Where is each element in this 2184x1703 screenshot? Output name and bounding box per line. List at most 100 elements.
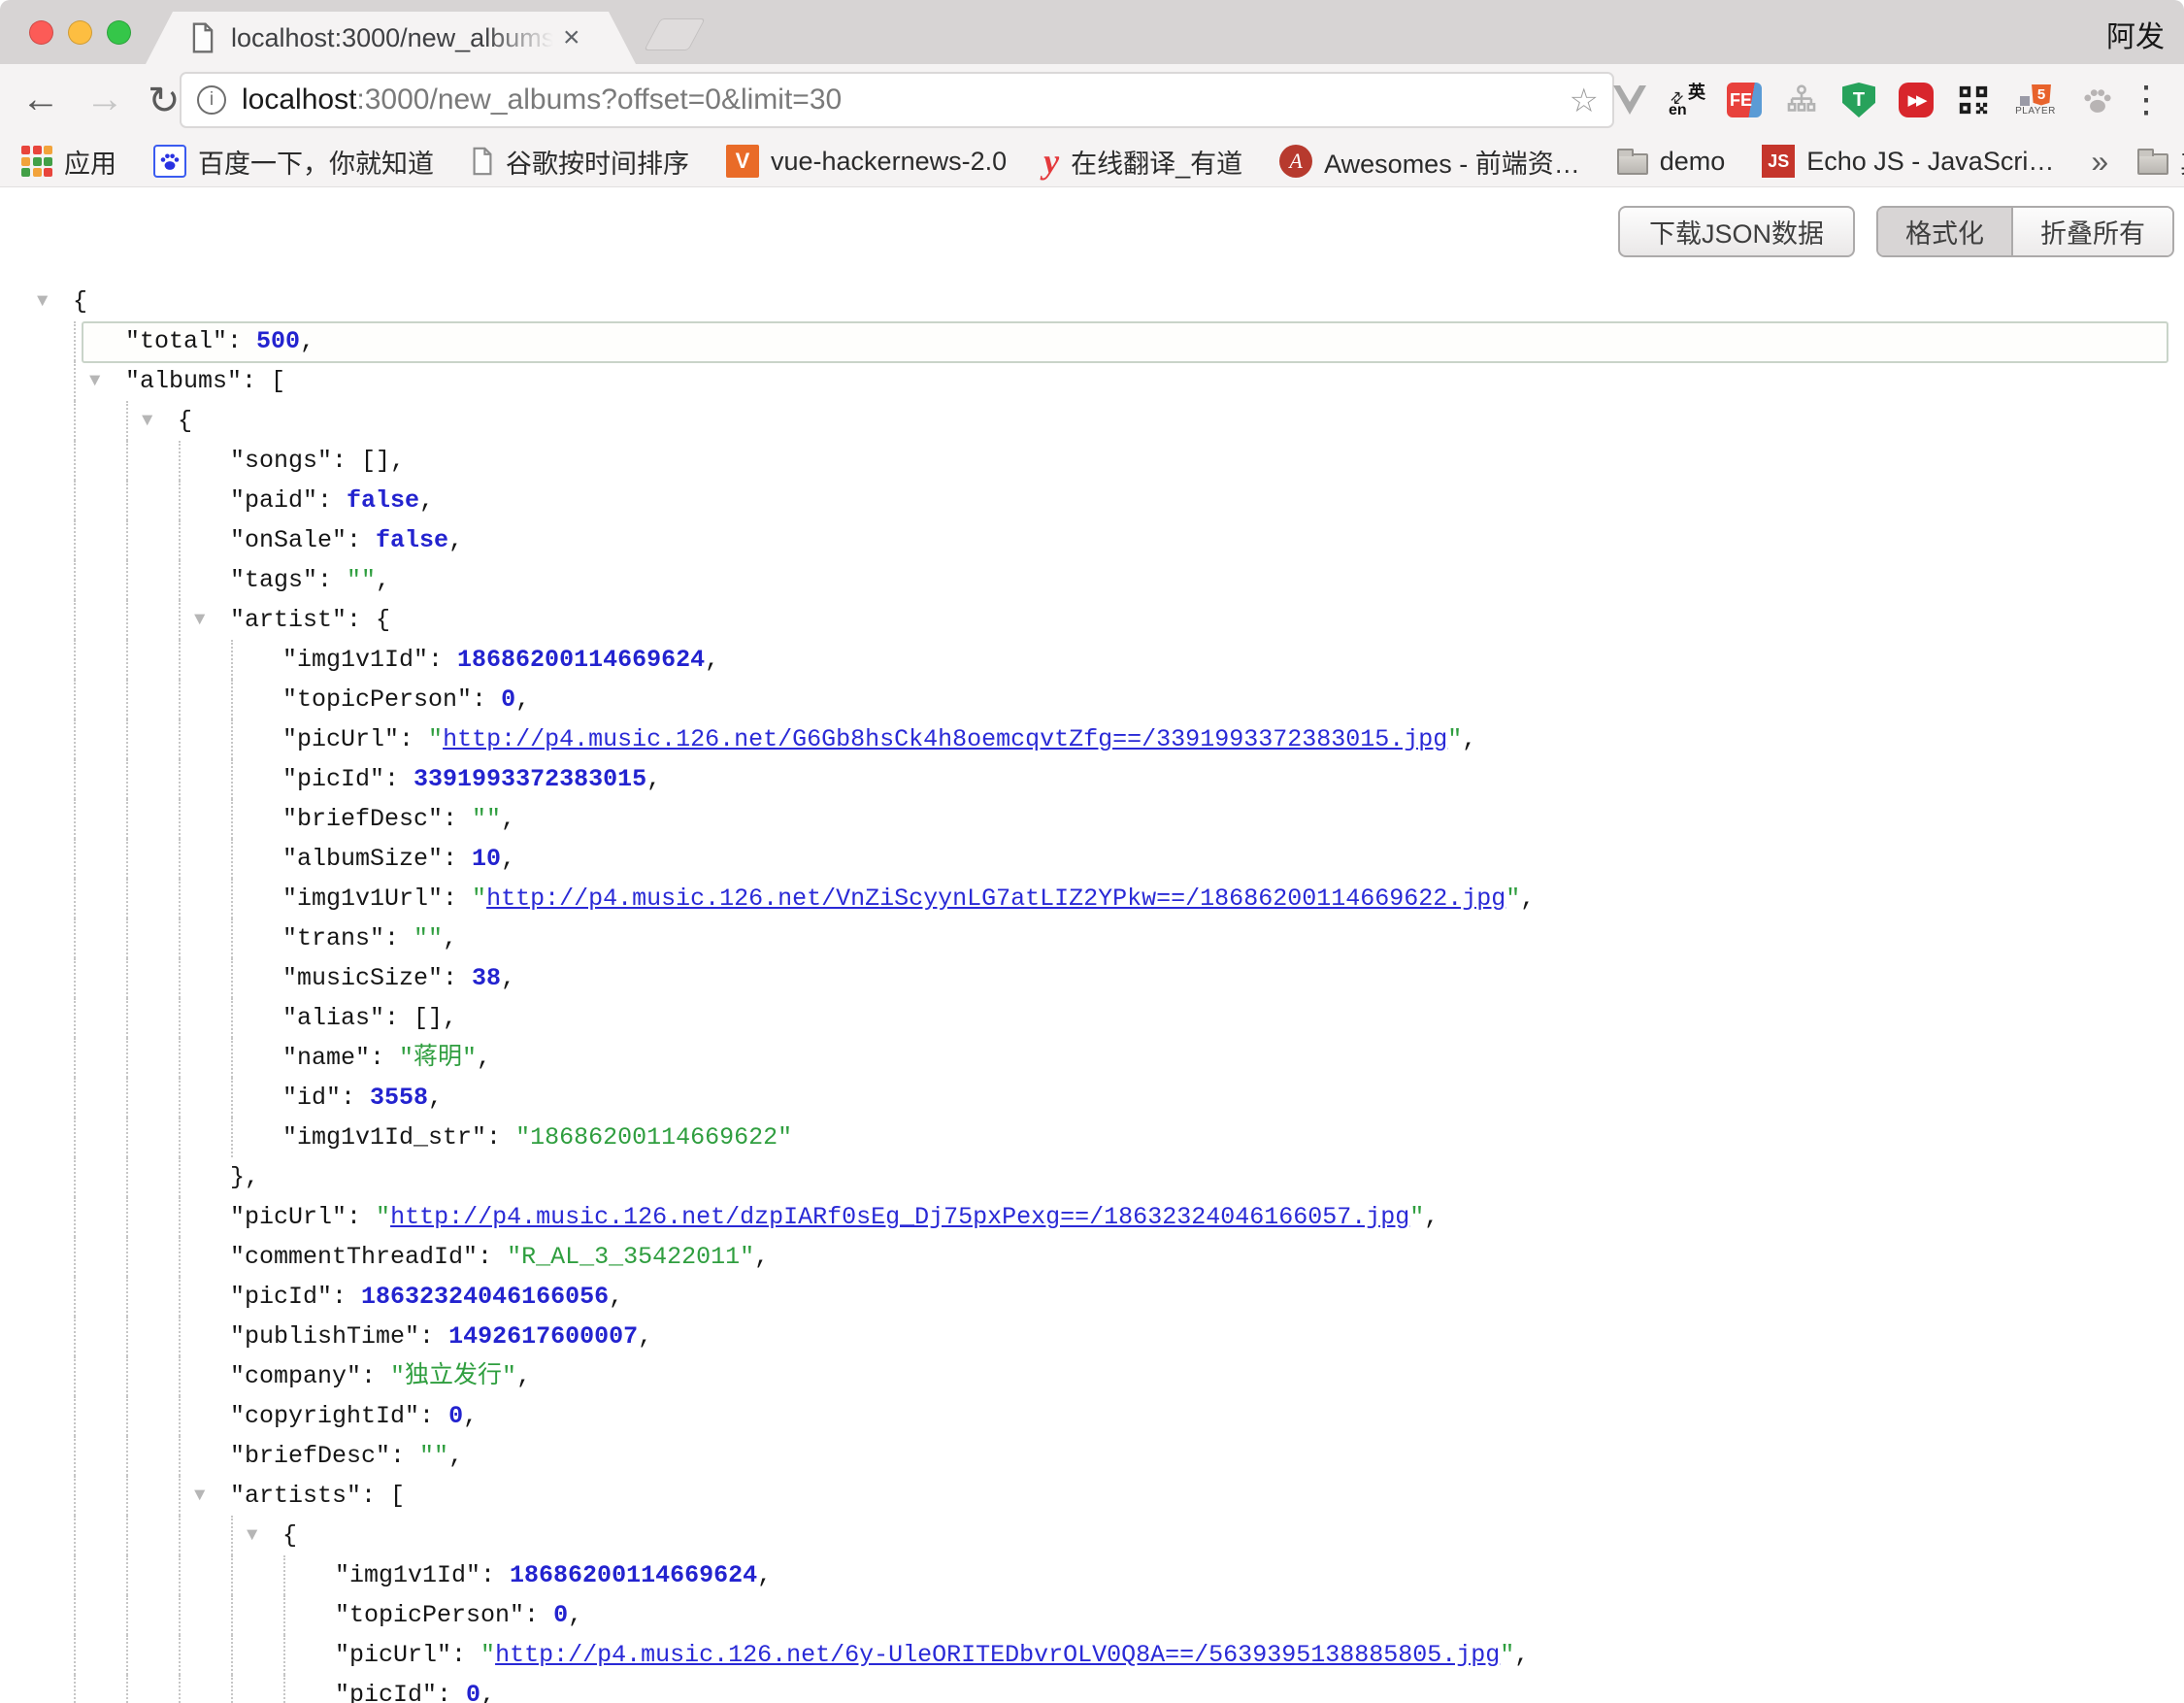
- bookmarks-overflow-icon[interactable]: »: [2091, 144, 2108, 180]
- json-line: "briefDesc": "",: [0, 799, 2184, 839]
- download-json-button[interactable]: 下载JSON数据: [1618, 206, 1855, 257]
- browser-window: localhost:3000/new_albums?o × 阿发 ← → ↻ i…: [0, 0, 2184, 1703]
- bookmark-item-google-sort[interactable]: 谷歌按时间排序: [471, 143, 689, 181]
- json-controls: 下载JSON数据 格式化 折叠所有: [1618, 206, 2174, 257]
- html5-player-icon[interactable]: 5 PLAYER: [2012, 81, 2059, 119]
- json-token: "artists": [230, 1482, 361, 1510]
- back-icon[interactable]: ←: [21, 76, 60, 122]
- json-token: {: [282, 1521, 297, 1550]
- fe-extension-icon[interactable]: FE: [1726, 81, 1763, 119]
- sitemap-icon[interactable]: [1783, 81, 1820, 119]
- video-speed-icon[interactable]: ▶▶: [1898, 81, 1935, 119]
- forward-icon: →: [85, 76, 124, 122]
- zoom-window-button[interactable]: [107, 20, 131, 45]
- json-token: 18686200114669624: [510, 1561, 757, 1589]
- indent-guide: [126, 1317, 128, 1356]
- collapse-all-button[interactable]: 折叠所有: [2011, 208, 2172, 255]
- bookmark-item-baidu[interactable]: 百度一下，你就知道: [153, 143, 434, 181]
- minimize-window-button[interactable]: [68, 20, 92, 45]
- bookmark-item-demo[interactable]: demo: [1617, 147, 1726, 177]
- indent-guide: [231, 1635, 233, 1675]
- collapse-arrow-icon[interactable]: ▼: [89, 361, 100, 401]
- qrcode-icon[interactable]: [1955, 81, 1992, 119]
- bookmark-item-awesomes[interactable]: A Awesomes - 前端资…: [1279, 143, 1580, 181]
- indent-guide: [126, 1675, 128, 1703]
- reload-icon[interactable]: ↻: [148, 78, 181, 124]
- translate-icon[interactable]: 英 ⇄ en: [1669, 81, 1705, 119]
- json-token: ": [480, 1641, 495, 1669]
- indent-guide: [126, 719, 128, 759]
- json-token: ,: [480, 1681, 495, 1703]
- indent-guide: [126, 1237, 128, 1277]
- tampermonkey-shield-icon[interactable]: T: [1840, 81, 1877, 119]
- json-token: "company": [230, 1362, 361, 1390]
- json-line: ▼"albums": [: [0, 361, 2184, 401]
- indent-guide: [231, 918, 233, 958]
- page-info-icon[interactable]: i: [197, 85, 226, 115]
- youdao-icon: y: [1043, 144, 1059, 179]
- collapse-arrow-icon[interactable]: ▼: [194, 600, 205, 640]
- indent-guide: [179, 839, 181, 879]
- bookmark-item-apps[interactable]: 应用: [21, 143, 116, 181]
- json-token: :: [443, 805, 472, 833]
- profile-name[interactable]: 阿发: [2106, 13, 2165, 55]
- json-token: :: [419, 1402, 448, 1430]
- json-token: "picUrl": [282, 725, 399, 753]
- address-bar[interactable]: i localhost:3000/new_albums?offset=0&lim…: [180, 72, 1614, 128]
- indent-guide: [74, 441, 76, 481]
- indent-guide: [283, 1555, 285, 1595]
- json-line: "picId": 0,: [0, 1675, 2184, 1703]
- close-window-button[interactable]: [29, 20, 53, 45]
- json-token: {: [178, 407, 192, 435]
- json-token: ": [376, 1203, 390, 1231]
- bookmark-item-vue-hackernews[interactable]: V vue-hackernews-2.0: [726, 145, 1007, 178]
- json-line: ▼{: [0, 1516, 2184, 1555]
- collapse-arrow-icon[interactable]: ▼: [37, 282, 48, 321]
- bookmark-item-echojs[interactable]: JS Echo JS - JavaScri…: [1762, 145, 2054, 178]
- indent-guide: [179, 759, 181, 799]
- collapse-arrow-icon[interactable]: ▼: [194, 1476, 205, 1516]
- json-token: 3558: [370, 1084, 428, 1112]
- indent-guide: [74, 839, 76, 879]
- indent-guide: [179, 998, 181, 1038]
- other-bookmarks[interactable]: 其他书签: [2137, 143, 2184, 181]
- indent-guide: [231, 719, 233, 759]
- indent-guide: [231, 1595, 233, 1635]
- indent-guide: [126, 839, 128, 879]
- bookmark-star-icon[interactable]: ☆: [1570, 82, 1599, 120]
- paw-icon[interactable]: [2079, 81, 2116, 119]
- new-tab-button[interactable]: [644, 18, 706, 50]
- json-token: "trans": [282, 924, 384, 952]
- json-token: :: [390, 1442, 419, 1470]
- vue-devtools-icon[interactable]: [1611, 81, 1648, 119]
- json-url-link[interactable]: http://p4.music.126.net/VnZiScyynLG7atLI…: [486, 885, 1506, 913]
- tab-close-icon[interactable]: ×: [563, 23, 580, 52]
- json-url-link[interactable]: http://p4.music.126.net/6y-UleORITEDbvrO…: [495, 1641, 1500, 1669]
- collapse-arrow-icon[interactable]: ▼: [142, 401, 152, 441]
- json-url-link[interactable]: http://p4.music.126.net/G6Gb8hsCk4h8oemc…: [443, 725, 1447, 753]
- json-line: "picId": 18632324046166056,: [0, 1277, 2184, 1317]
- json-line: "trans": "",: [0, 918, 2184, 958]
- json-token: :: [361, 1362, 390, 1390]
- indent-guide: [74, 1038, 76, 1078]
- json-token: ,: [428, 1084, 443, 1112]
- folder-icon: [1617, 153, 1648, 175]
- indent-guide: [179, 719, 181, 759]
- json-token: 3391993372383015: [414, 765, 646, 793]
- json-token: "18686200114669622": [515, 1123, 792, 1152]
- format-button[interactable]: 格式化: [1878, 208, 2011, 255]
- indent-guide: [231, 958, 233, 998]
- indent-guide: [74, 1118, 76, 1157]
- json-line: ▼"artists": [: [0, 1476, 2184, 1516]
- browser-tab[interactable]: localhost:3000/new_albums?o ×: [146, 12, 636, 64]
- browser-menu-icon[interactable]: ⋮: [2128, 78, 2165, 121]
- indent-guide: [179, 1197, 181, 1237]
- indent-guide: [74, 1317, 76, 1356]
- collapse-arrow-icon[interactable]: ▼: [247, 1516, 257, 1555]
- json-url-link[interactable]: http://p4.music.126.net/dzpIARf0sEg_Dj75…: [390, 1203, 1409, 1231]
- bookmark-item-youdao[interactable]: y 在线翻译_有道: [1043, 143, 1242, 181]
- json-token: :: [472, 685, 501, 714]
- json-line: "publishTime": 1492617600007,: [0, 1317, 2184, 1356]
- indent-guide: [74, 799, 76, 839]
- indent-guide: [179, 1317, 181, 1356]
